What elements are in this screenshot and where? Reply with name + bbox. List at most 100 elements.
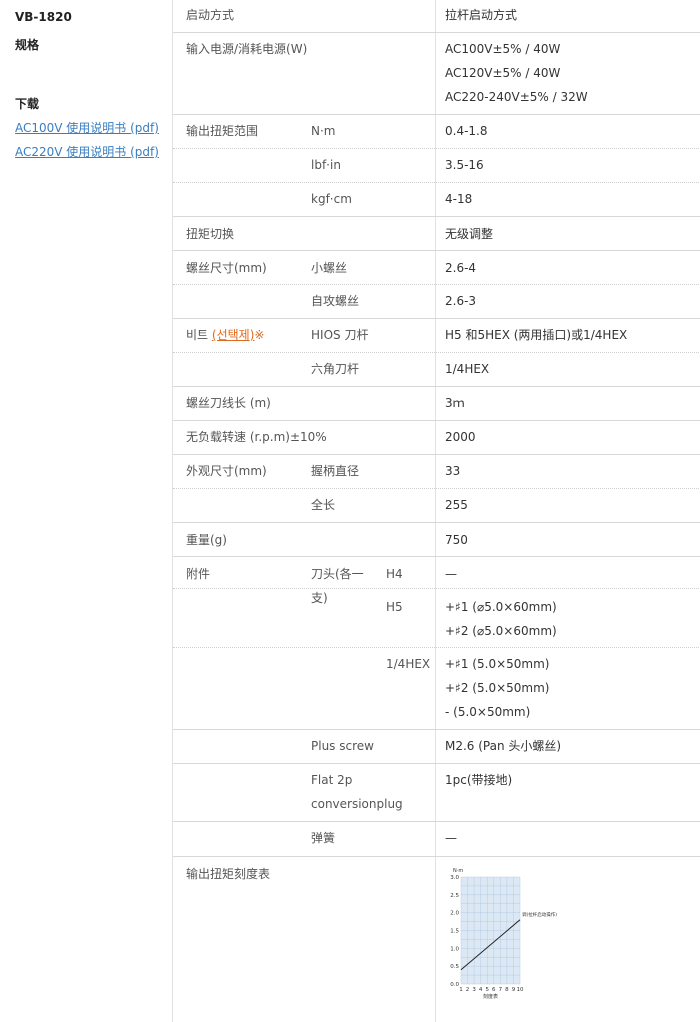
x-tick-label: 1: [459, 987, 463, 993]
spec-value: 1/4HEX: [445, 362, 490, 376]
manual-link-ac100v[interactable]: AC100V 使用说明书 (pdf): [15, 119, 159, 136]
bit-size: H5: [386, 600, 403, 614]
spec-row-scale-chart: 输出扭矩刻度表: [173, 857, 700, 1022]
series-label: 调(拉杆启动操作): [522, 911, 557, 918]
spec-label: 启动方式: [186, 8, 235, 22]
spec-sublabel: HIOS 刀杆: [311, 328, 369, 342]
spec-value: 无级调整: [445, 227, 494, 241]
spec-row-length: 全长 255: [173, 489, 700, 523]
spec-label: 重量(g): [186, 533, 227, 547]
spec-label: 螺丝尺寸(mm): [186, 261, 267, 275]
spec-heading: 规格: [15, 38, 40, 52]
spec-label: 螺丝刀线长 (m): [186, 396, 271, 410]
optional-link[interactable]: (선택제): [212, 328, 254, 342]
torque-scale-chart-svg: 3.0 2.5 2.0 1.5 1.0 0.5 0.01 2 3 4 5 6 7 8 9 10 N·m 刻度表 调(…: [450, 868, 557, 1000]
y-tick-label: 0.0: [450, 982, 459, 988]
spec-row-screw-tapping: 自攻螺丝 2.6-3: [173, 285, 700, 319]
x-tick-label: 5: [485, 987, 489, 993]
x-axis-label: 刻度表: [483, 993, 498, 1000]
x-tick-label: 7: [499, 987, 503, 993]
bit-size: H4: [386, 567, 403, 581]
spec-sublabel: conversionplug: [311, 797, 403, 811]
manual-link-ac220v[interactable]: AC220V 使用说明书 (pdf): [15, 143, 159, 160]
spec-label: 输出扭矩范围: [186, 124, 259, 138]
x-tick-label: 8: [505, 987, 509, 993]
bit-size: 1/4HEX: [386, 657, 431, 671]
spec-value: +♯2 (⌀5.0×60mm): [445, 624, 557, 638]
bit-label-suffix: ※: [254, 328, 265, 342]
x-tick-label: 10: [517, 987, 524, 993]
x-tick-label: 6: [492, 987, 496, 993]
download-heading: 下载: [15, 97, 40, 111]
spec-value: AC220-240V±5% / 32W: [445, 90, 588, 104]
y-tick-label: 3.0: [450, 875, 459, 881]
x-tick-label: 9: [512, 987, 516, 993]
spec-row-torque-kgfcm: kgf·cm 4-18: [173, 183, 700, 217]
spec-row-torque-nm: 输出扭矩范围 N·m 0.4-1.8: [173, 115, 700, 149]
spec-row-bit-hios: 비트 (선택제)※ HIOS 刀杆 H5 和5HEX (两用插口)或1/4HEX: [173, 319, 700, 353]
y-axis-label: N·m: [453, 868, 463, 874]
spec-table: 启动方式 拉杆启动方式 输入电源/消耗电源(W) AC100V±5% / 40W…: [172, 0, 700, 1022]
torque-scale-chart: 3.0 2.5 2.0 1.5 1.0 0.5 0.0 1 2 3 4 5 6 7 8 9 10 N·m 刻度表 调(…: [445, 860, 565, 1010]
spec-value: 2.6-4: [445, 261, 477, 275]
spec-value: 3ｍ: [445, 396, 465, 410]
spec-value: 33: [445, 464, 461, 478]
spec-sublabel: 小螺丝: [311, 261, 348, 275]
y-tick-label: 2.0: [450, 911, 459, 917]
spec-value: 0.4-1.8: [445, 124, 488, 138]
spec-row-torque-switch: 扭矩切换 无级调整: [173, 217, 700, 251]
spec-row-acc-h4: 附件 刀头(各一 支) H4 —: [173, 557, 700, 605]
spec-sublabel: 握柄直径: [311, 464, 360, 478]
spec-row-torque-lbfin: lbf·in 3.5-16: [173, 149, 700, 183]
spec-row-grip-diameter: 外观尺寸(mm) 握柄直径 33: [173, 455, 700, 489]
spec-value: 1pc(带接地): [445, 773, 513, 787]
spec-value: M2.6 (Pan 头小螺丝): [445, 739, 562, 753]
spec-row-acc-hex: 1/4HEX +♯1 (5.0×50mm) +♯2 (5.0×50mm) - (…: [173, 648, 700, 730]
spec-label: 无负载转速 (r.p.m)±10%: [186, 430, 327, 444]
spec-sublabel: 全长: [311, 498, 336, 512]
spec-value: +♯2 (5.0×50mm): [445, 681, 550, 695]
spec-value: 750: [445, 533, 468, 547]
spec-row-cord-length: 螺丝刀线长 (m) 3ｍ: [173, 387, 700, 421]
x-tick-label: 4: [479, 987, 483, 993]
spec-sublabel: 六角刀杆: [311, 362, 360, 376]
spec-sublabel: lbf·in: [311, 158, 341, 172]
spec-label: 外观尺寸(mm): [186, 464, 267, 478]
spec-label: 附件: [186, 567, 211, 581]
y-tick-label: 1.5: [450, 929, 459, 935]
spec-value: AC120V±5% / 40W: [445, 66, 561, 80]
spec-value: 4-18: [445, 192, 473, 206]
spec-row-acc-h5: H5 +♯1 (⌀5.0×60mm) +♯2 (⌀5.0×60mm): [173, 589, 700, 648]
spec-sublabel: 刀头(各一: [311, 567, 364, 581]
y-tick-label: 1.0: [450, 946, 459, 952]
bit-label-prefix: 비트: [186, 328, 212, 342]
spec-value: 2000: [445, 430, 476, 444]
spec-row-start-method: 启动方式 拉杆启动方式: [173, 0, 700, 33]
spec-label: 输出扭矩刻度表: [186, 867, 271, 881]
spec-row-speed: 无负载转速 (r.p.m)±10% 2000: [173, 421, 700, 455]
spec-sublabel: Flat 2p: [311, 773, 353, 787]
x-tick-label: 2: [466, 987, 470, 993]
spec-row-power: 输入电源/消耗电源(W) AC100V±5% / 40W AC120V±5% /…: [173, 33, 700, 115]
spec-value: - (5.0×50mm): [445, 705, 531, 719]
spec-sublabel: kgf·cm: [311, 192, 352, 206]
spec-value: 255: [445, 498, 468, 512]
spec-value: AC100V±5% / 40W: [445, 42, 561, 56]
spec-label: 扭矩切换: [186, 227, 235, 241]
y-tick-label: 2.5: [450, 893, 459, 899]
spec-row-acc-plus-screw: Plus screw M2.6 (Pan 头小螺丝): [173, 730, 700, 764]
spec-value: +♯1 (⌀5.0×60mm): [445, 600, 557, 614]
spec-label: 비트 (선택제)※: [186, 323, 264, 347]
spec-value: 3.5-16: [445, 158, 484, 172]
spec-value: 2.6-3: [445, 294, 477, 308]
x-tick-label: 3: [472, 987, 476, 993]
spec-row-weight: 重量(g) 750: [173, 523, 700, 557]
spec-sublabel: N·m: [311, 124, 336, 138]
spec-value: H5 和5HEX (两用插口)或1/4HEX: [445, 328, 628, 342]
spec-sublabel: 弹簧: [311, 831, 336, 845]
spec-row-screw-small: 螺丝尺寸(mm) 小螺丝 2.6-4: [173, 251, 700, 285]
model-name: VB-1820: [15, 10, 72, 24]
spec-value: —: [445, 567, 457, 581]
spec-sublabel: Plus screw: [311, 739, 374, 753]
spec-row-acc-plug: Flat 2p conversionplug 1pc(带接地): [173, 764, 700, 822]
